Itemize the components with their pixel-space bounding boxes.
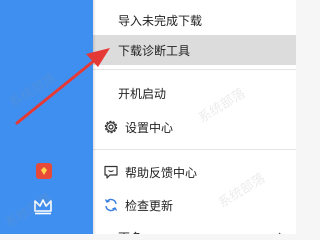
app-window: 导入未完成下载 下载诊断工具 开机启动 设置中心 帮助反馈中心 检查更新 — [0, 0, 296, 234]
annotation-arrow-icon — [15, 48, 110, 125]
